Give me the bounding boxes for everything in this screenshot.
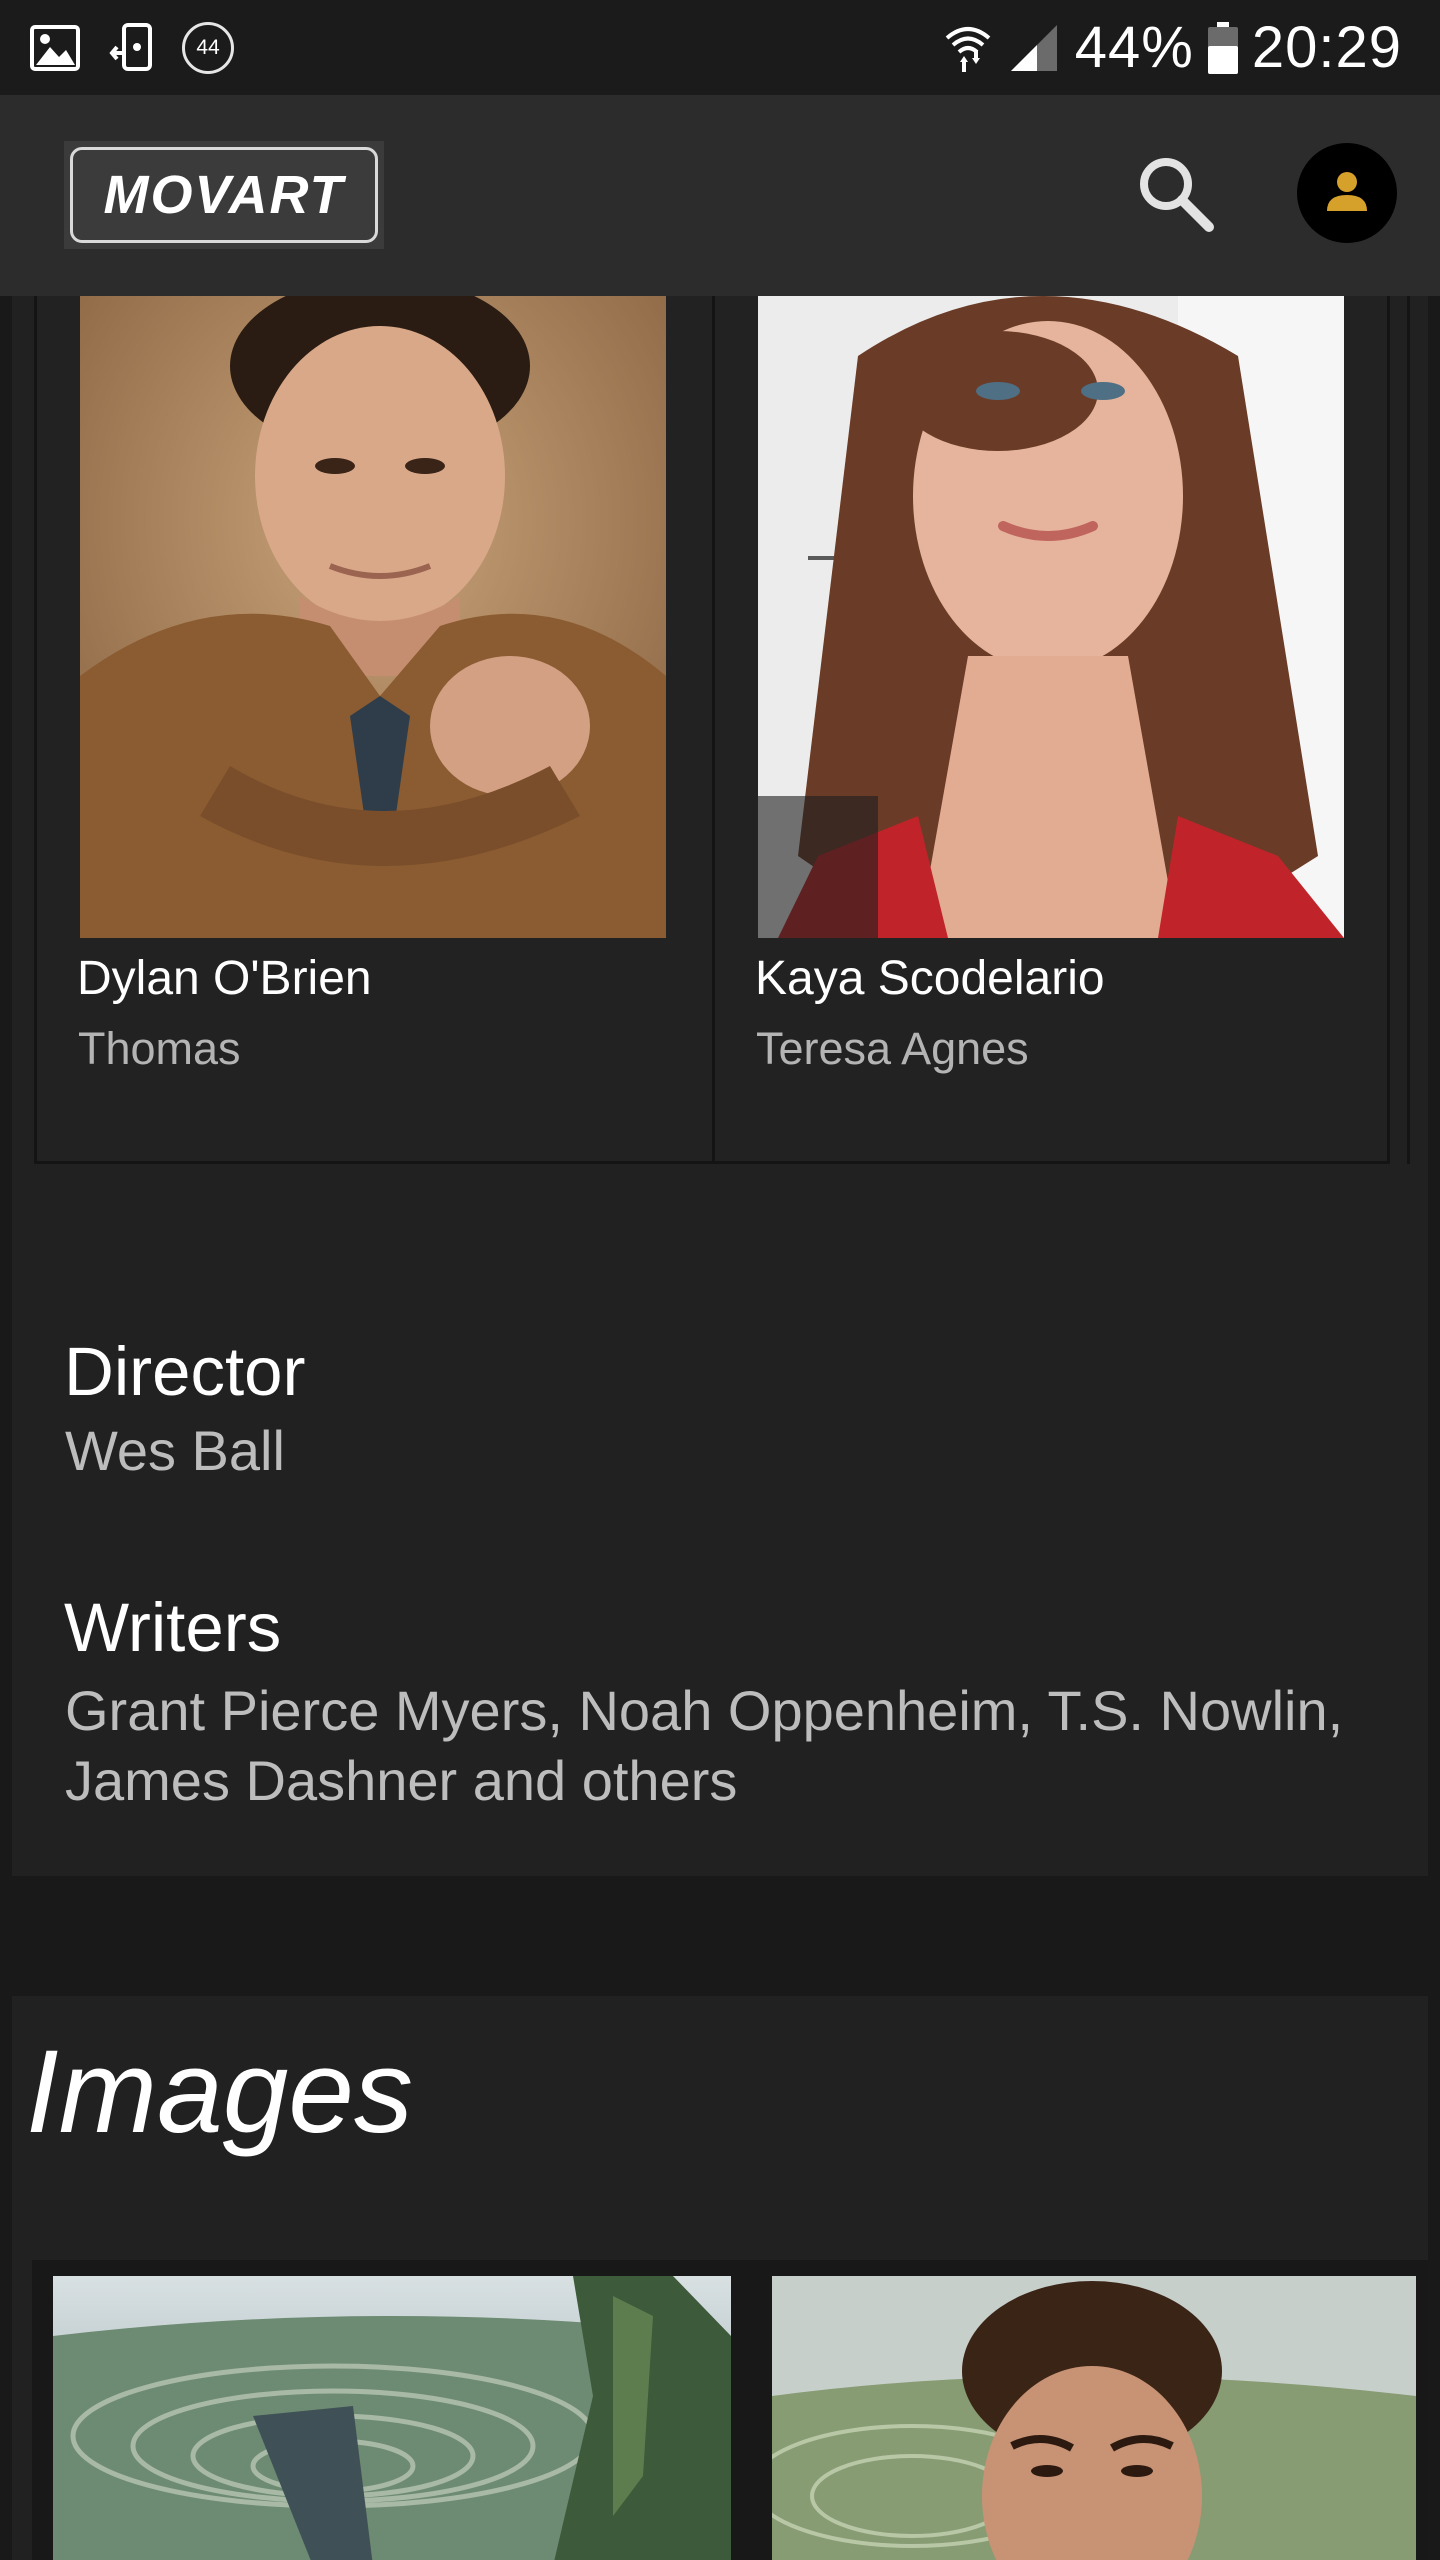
logo: MOVART: [70, 147, 378, 243]
images-heading: Images: [26, 2026, 413, 2158]
cast-role: Thomas: [78, 1023, 241, 1074]
notification-count-icon: 44: [182, 21, 234, 74]
person-icon: [1325, 169, 1369, 218]
director-name[interactable]: Wes Ball: [65, 1416, 285, 1486]
logo-link[interactable]: MOVART: [64, 141, 384, 249]
images-strip: [32, 2260, 1428, 2560]
signal-icon: [1007, 23, 1061, 73]
cast-card[interactable]: Dylan O'Brien Thomas: [34, 296, 712, 1164]
search-button[interactable]: [1130, 150, 1220, 240]
carousel-edge: [1407, 296, 1410, 1164]
director-heading: Director: [64, 1333, 306, 1410]
gallery-image[interactable]: [53, 2276, 731, 2560]
writers-heading: Writers: [64, 1589, 282, 1666]
account-button[interactable]: [1297, 143, 1397, 243]
cast-photo: [758, 296, 1344, 938]
images-section: Images: [12, 1996, 1428, 2560]
search-icon: [1135, 153, 1215, 238]
cast-name: Kaya Scodelario: [755, 952, 1105, 1005]
gallery-image[interactable]: [772, 2276, 1416, 2560]
battery-percent: 44%: [1074, 15, 1194, 80]
wifi-icon: [943, 22, 993, 74]
cast-photo: [80, 296, 666, 938]
writers-list: Grant Pierce Myers, Noah Oppenheim, T.S.…: [65, 1679, 1344, 1812]
cast-section: Dylan O'Brien Thomas Kaya Scodelario Ter: [12, 296, 1428, 1876]
status-bar: 44 44% 20:29: [0, 0, 1440, 95]
gallery-icon: [30, 24, 80, 71]
battery-icon: [1207, 21, 1238, 74]
app-header: MOVART: [0, 95, 1440, 296]
status-bar-left: 44: [30, 21, 234, 74]
status-bar-right: 44% 20:29: [943, 14, 1402, 81]
cast-card[interactable]: Kaya Scodelario Teresa Agnes: [712, 296, 1390, 1164]
cast-role: Teresa Agnes: [756, 1023, 1029, 1074]
cast-name: Dylan O'Brien: [77, 952, 372, 1005]
clock: 20:29: [1251, 15, 1402, 80]
phone-sync-icon: [108, 22, 154, 73]
